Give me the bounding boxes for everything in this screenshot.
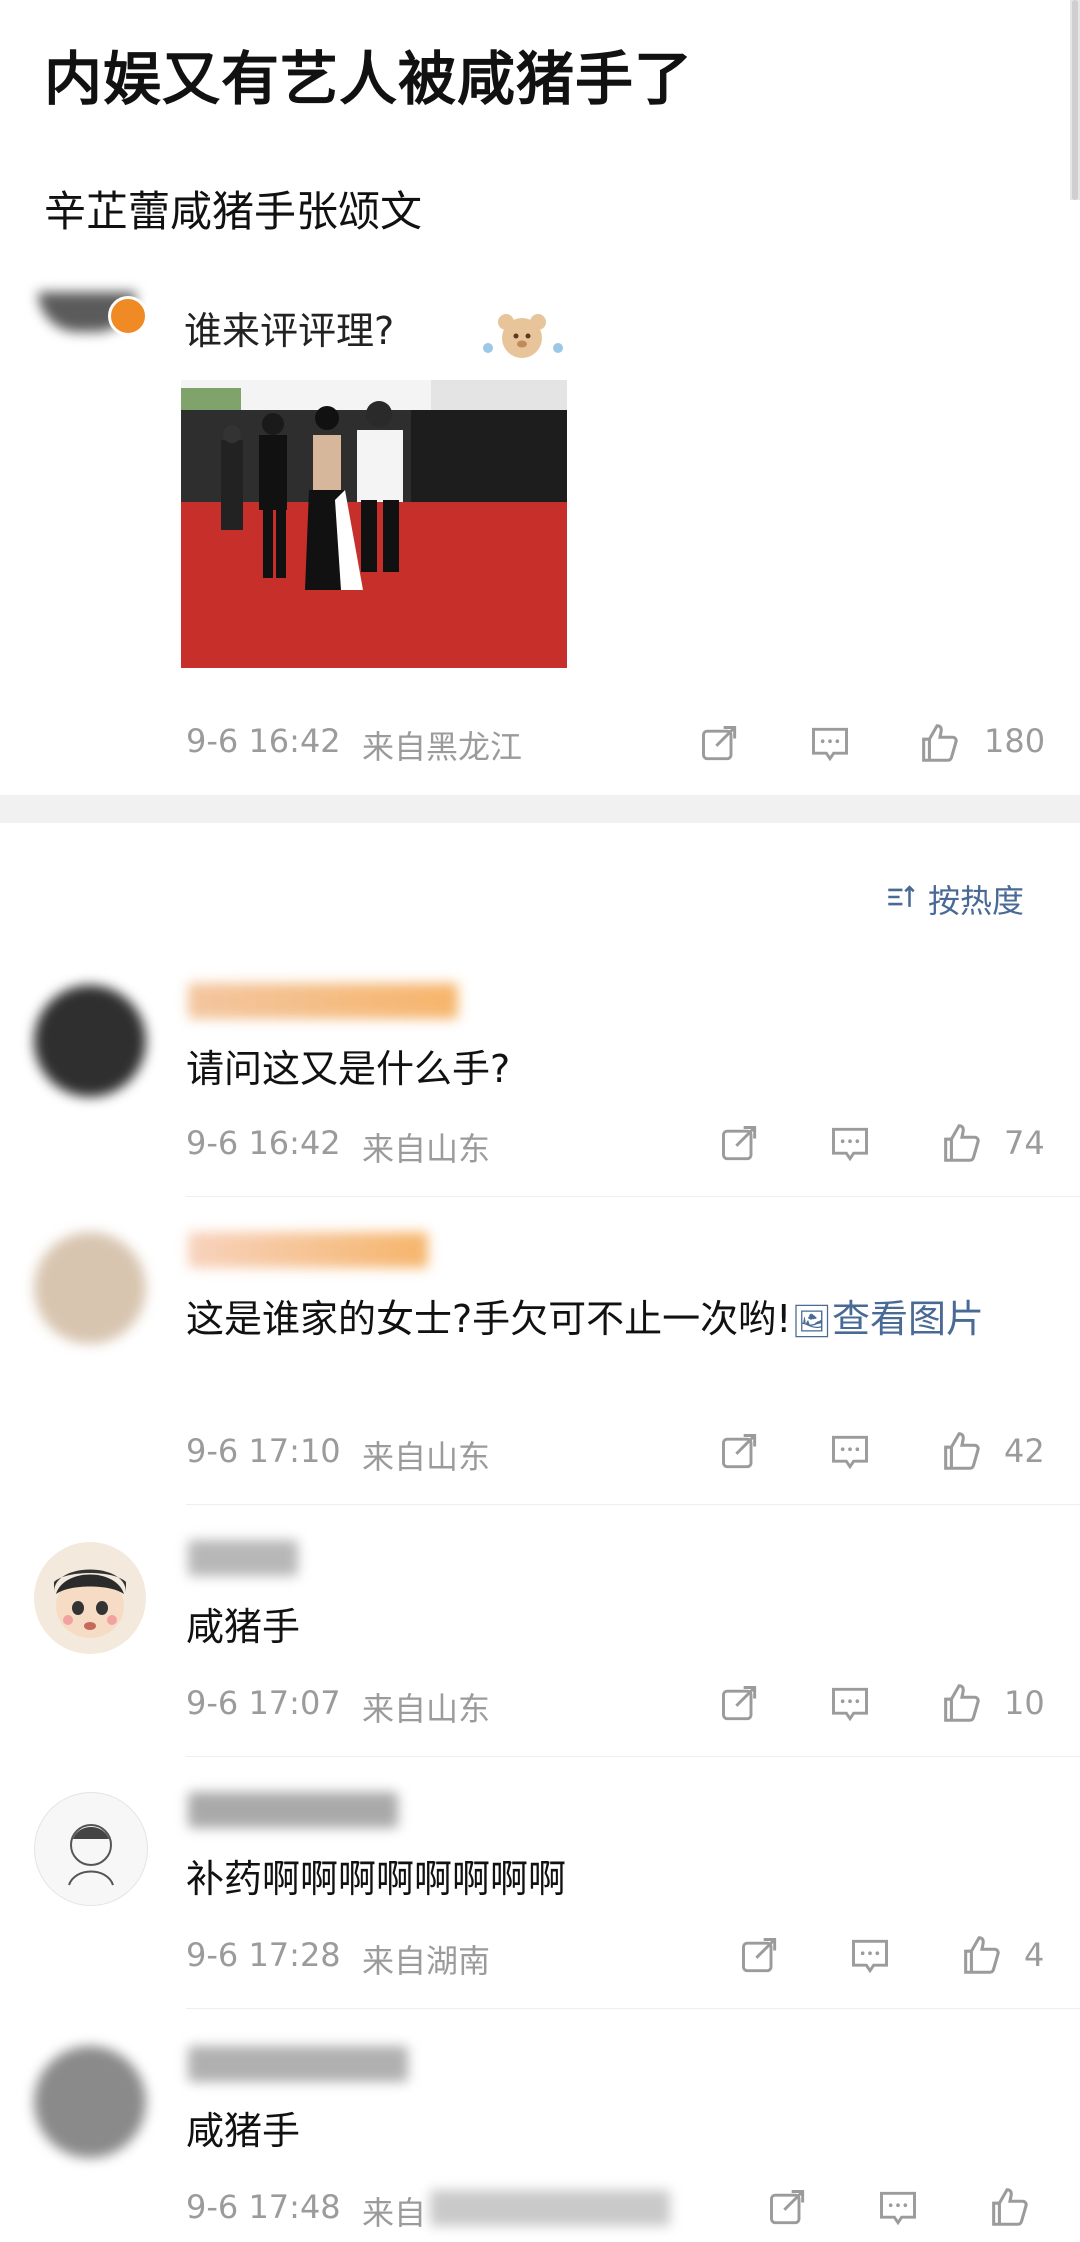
like-count: 4 <box>1024 1936 1045 1974</box>
comment-icon[interactable] <box>848 1934 892 1978</box>
comment-divider <box>186 1756 1080 1757</box>
comment-location: 来自湖南 <box>362 1942 491 1980</box>
like-count: 10 <box>1004 1684 1045 1722</box>
username[interactable] <box>188 1792 398 1828</box>
red-carpet-photo <box>181 380 567 668</box>
comment-text: 请问这又是什么手? <box>186 1047 511 1091</box>
avatar[interactable] <box>34 2046 146 2158</box>
comment-body: 这是谁家的女士?手欠可不止一次哟! <box>186 1297 792 1341</box>
username[interactable] <box>188 1540 298 1576</box>
comment-location: 来自 <box>362 2194 427 2232</box>
like-icon[interactable] <box>916 720 962 766</box>
scrollbar-thumb[interactable] <box>1072 0 1078 200</box>
like-count: 74 <box>1004 1124 1045 1162</box>
bear-sticker-icon <box>483 314 563 358</box>
post-caption: 谁来评评理? <box>184 309 395 353</box>
like-icon[interactable] <box>938 1120 984 1166</box>
header: 内娱又有艺人被咸猪手了 辛芷蕾咸猪手张颂文 <box>0 0 1080 300</box>
page-subtitle: 辛芷蕾咸猪手张颂文 <box>44 187 423 236</box>
comment-location: 来自山东 <box>362 1438 491 1476</box>
post-time: 9-6 16:42 <box>186 722 341 760</box>
comment-time: 9-6 17:07 <box>186 1684 341 1722</box>
like-icon[interactable] <box>938 1680 984 1726</box>
page-title: 内娱又有艺人被咸猪手了 <box>44 45 694 113</box>
comment-text: 这是谁家的女士?手欠可不止一次哟!🖼查看图片 <box>186 1286 1046 1354</box>
post-location: 来自黑龙江 <box>362 728 523 766</box>
location-blur <box>430 2190 670 2226</box>
share-icon[interactable] <box>718 1122 762 1166</box>
comment-time: 9-6 17:48 <box>186 2188 341 2226</box>
like-count: 42 <box>1004 1432 1045 1470</box>
comment-text: 咸猪手 <box>186 1605 301 1649</box>
sketch-avatar-icon <box>68 1824 114 1886</box>
like-icon[interactable] <box>938 1428 984 1474</box>
avatar[interactable] <box>34 1542 146 1654</box>
share-icon[interactable] <box>718 1430 762 1474</box>
comment-location: 来自山东 <box>362 1130 491 1168</box>
view-image-label: 查看图片 <box>832 1297 985 1341</box>
comment-time: 9-6 17:10 <box>186 1432 341 1470</box>
comment-time: 9-6 16:42 <box>186 1124 341 1162</box>
comment-text: 补药啊啊啊啊啊啊啊啊 <box>186 1857 567 1901</box>
username[interactable] <box>188 1232 428 1268</box>
username[interactable] <box>188 983 458 1019</box>
comment-icon[interactable] <box>808 722 852 766</box>
avatar[interactable] <box>34 1232 146 1344</box>
share-icon[interactable] <box>718 1682 762 1726</box>
comment-icon[interactable] <box>828 1430 872 1474</box>
avatar[interactable] <box>34 985 146 1097</box>
comment-divider <box>186 1196 1080 1197</box>
comment-icon[interactable] <box>828 1682 872 1726</box>
post-photo[interactable] <box>181 380 567 668</box>
comment-location: 来自山东 <box>362 1690 491 1728</box>
like-icon[interactable] <box>958 1932 1004 1978</box>
comment-divider <box>186 2008 1080 2009</box>
avatar[interactable] <box>34 1792 148 1906</box>
like-count: 180 <box>984 722 1046 760</box>
comment-divider <box>186 1504 1080 1505</box>
comment-time: 9-6 17:28 <box>186 1936 341 1974</box>
share-icon[interactable] <box>766 2186 810 2230</box>
sort-by-hot[interactable]: 按热度 <box>928 876 1024 922</box>
image-icon: 🖼 <box>791 1302 833 1340</box>
verified-badge-icon <box>108 296 148 336</box>
comment-icon[interactable] <box>876 2186 920 2230</box>
username[interactable] <box>188 2046 408 2082</box>
scrollbar[interactable] <box>1070 0 1080 200</box>
cartoon-face-icon <box>54 1569 126 1638</box>
view-image-link[interactable]: 🖼查看图片 <box>791 1297 984 1341</box>
comment-icon[interactable] <box>828 1122 872 1166</box>
share-icon[interactable] <box>698 722 742 766</box>
like-icon[interactable] <box>986 2184 1032 2230</box>
share-icon[interactable] <box>738 1934 782 1978</box>
section-divider <box>0 795 1080 823</box>
comment-text: 咸猪手 <box>186 2109 301 2153</box>
sort-icon[interactable] <box>884 880 918 914</box>
